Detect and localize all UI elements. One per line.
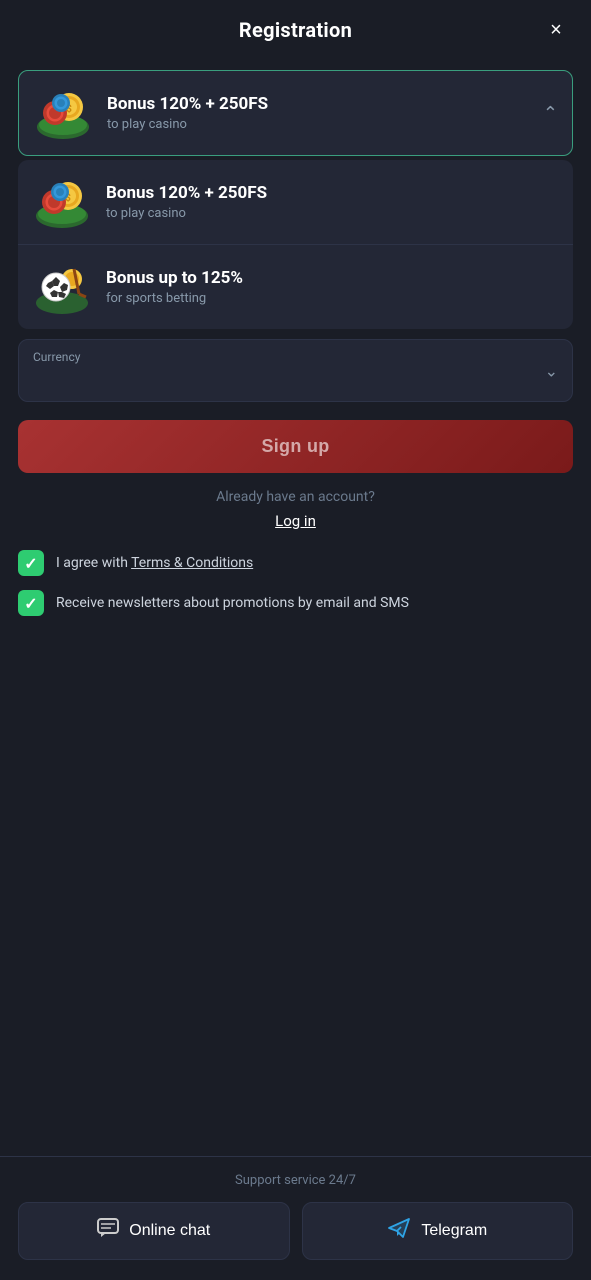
support-text: Support service 24/7: [18, 1173, 573, 1188]
telegram-label: Telegram: [421, 1222, 487, 1240]
currency-select[interactable]: USD EUR BTC ETH: [19, 340, 572, 401]
newsletter-checkbox[interactable]: ✓: [18, 590, 44, 616]
selected-bonus-text: Bonus 120% + 250FS to play casino: [107, 94, 533, 132]
modal-body: $ Bonus 120% + 250FS to play casino: [0, 60, 591, 1156]
bonus-option-sports-subtitle: for sports betting: [106, 291, 559, 306]
terms-link[interactable]: Terms & Conditions: [131, 555, 253, 571]
modal-header: Registration ×: [0, 0, 591, 60]
telegram-button[interactable]: Telegram: [302, 1202, 574, 1260]
currency-group: Currency USD EUR BTC ETH ⌄: [18, 339, 573, 402]
chat-label: Online chat: [129, 1222, 210, 1240]
chat-icon: [97, 1218, 119, 1244]
casino-option-icon: $: [32, 172, 92, 232]
selected-bonus-card[interactable]: $ Bonus 120% + 250FS to play casino: [18, 70, 573, 156]
currency-wrapper: Currency USD EUR BTC ETH ⌄: [18, 339, 573, 402]
bonus-option-casino-text: Bonus 120% + 250FS to play casino: [106, 183, 559, 221]
login-prompt: Already have an account?: [18, 489, 573, 505]
currency-label: Currency: [33, 350, 80, 364]
registration-modal: Registration × $: [0, 0, 591, 1280]
online-chat-button[interactable]: Online chat: [18, 1202, 290, 1260]
chevron-up-icon: ⌃: [543, 103, 558, 124]
checkmark-icon-2: ✓: [24, 594, 37, 613]
telegram-icon: [387, 1217, 411, 1245]
newsletter-label: Receive newsletters about promotions by …: [56, 590, 409, 614]
terms-checkbox-item: ✓ I agree with Terms & Conditions: [18, 550, 573, 576]
signup-button[interactable]: Sign up: [18, 420, 573, 473]
selected-bonus-subtitle: to play casino: [107, 117, 533, 132]
casino-chips-icon: $: [33, 83, 93, 143]
newsletter-checkbox-item: ✓ Receive newsletters about promotions b…: [18, 590, 573, 616]
bonus-option-sports-text: Bonus up to 125% for sports betting: [106, 268, 559, 306]
bonus-option-sports-title: Bonus up to 125%: [106, 268, 559, 288]
footer: Support service 24/7 Online chat: [0, 1156, 591, 1280]
selected-bonus-title: Bonus 120% + 250FS: [107, 94, 533, 114]
close-button[interactable]: ×: [541, 15, 571, 45]
login-section: Already have an account? Log in: [18, 489, 573, 530]
bonus-option-casino-title: Bonus 120% + 250FS: [106, 183, 559, 203]
bonus-dropdown-menu: $ Bonus 120% + 250FS to play casino: [18, 160, 573, 329]
terms-label: I agree with Terms & Conditions: [56, 550, 253, 574]
login-link[interactable]: Log in: [275, 512, 316, 530]
footer-buttons: Online chat Telegram: [18, 1202, 573, 1260]
checkmark-icon: ✓: [24, 554, 37, 573]
bonus-option-sports[interactable]: Bonus up to 125% for sports betting: [18, 245, 573, 329]
bonus-dropdown: $ Bonus 120% + 250FS to play casino: [18, 70, 573, 329]
checkbox-section: ✓ I agree with Terms & Conditions ✓ Rece…: [18, 550, 573, 616]
bonus-option-casino-subtitle: to play casino: [106, 206, 559, 221]
modal-title: Registration: [239, 18, 352, 42]
bonus-option-casino[interactable]: $ Bonus 120% + 250FS to play casino: [18, 160, 573, 245]
sports-option-icon: [32, 257, 92, 317]
terms-checkbox[interactable]: ✓: [18, 550, 44, 576]
